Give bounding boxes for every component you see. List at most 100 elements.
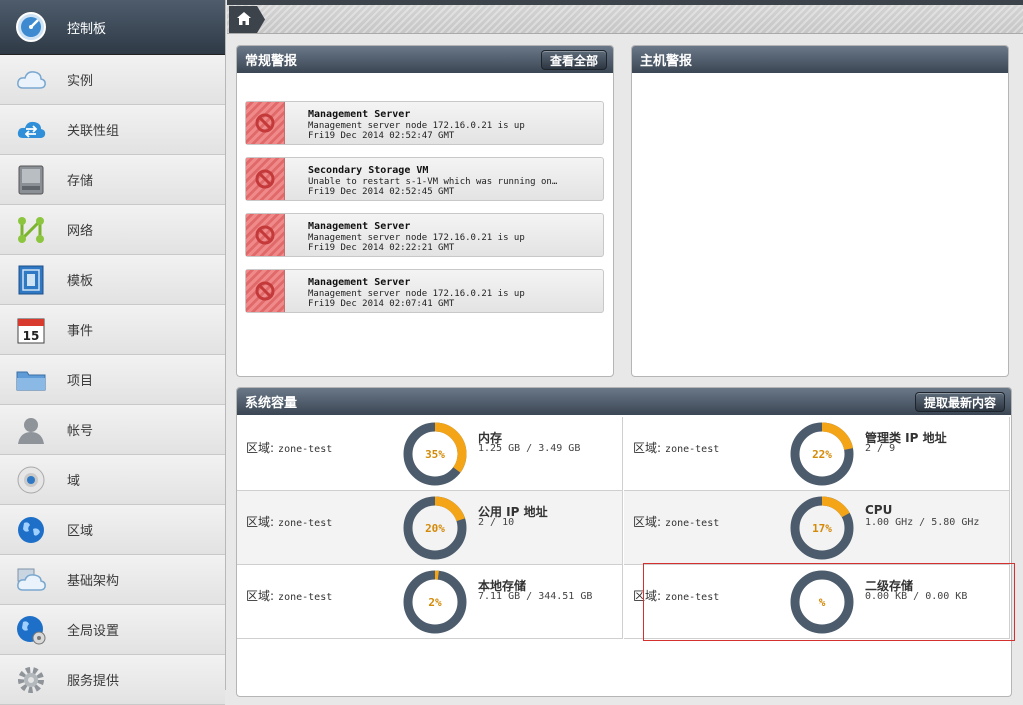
capacity-cell: 区域: zone-test 17% CPU 1.00 GHz / 5.80 GHz <box>624 491 1010 565</box>
infrastructure-icon <box>14 563 48 597</box>
sidebar-item-storage[interactable]: 存储 <box>0 155 225 205</box>
zone-label: 区域: zone-test <box>633 513 719 530</box>
storage-icon <box>14 163 48 197</box>
alert-title: Management Server <box>308 109 411 120</box>
sidebar-item-zones[interactable]: 区域 <box>0 505 225 555</box>
sidebar-item-templates[interactable]: 模板 <box>0 255 225 305</box>
calendar-icon: 15 <box>14 313 48 347</box>
zone-name: zone-test <box>665 518 720 529</box>
sidebar-item-label: 基础架构 <box>67 574 120 589</box>
alert-time: Fri19 Dec 2014 02:52:47 GMT <box>308 131 455 141</box>
donut-percent: 2% <box>428 596 442 609</box>
alert-item[interactable]: Management Server Management server node … <box>245 101 604 145</box>
zone-label: 区域: zone-test <box>633 439 719 456</box>
general-alerts-panel: 常规警报 查看全部 Management Server Management se… <box>236 45 614 377</box>
alert-item[interactable]: Secondary Storage VM Unable to restart s-… <box>245 157 604 201</box>
error-icon <box>246 158 285 200</box>
sidebar-item-label: 区域 <box>67 524 94 539</box>
host-alerts-title: 主机警报 <box>640 54 693 69</box>
error-icon <box>246 214 285 256</box>
system-capacity-title: 系统容量 <box>245 396 298 411</box>
zone-prefix: 区域: <box>246 441 275 455</box>
error-icon <box>246 270 285 312</box>
capacity-value: 7.11 GB / 344.51 GB <box>478 591 593 602</box>
alert-time: Fri19 Dec 2014 02:22:21 GMT <box>308 243 455 253</box>
zone-prefix: 区域: <box>633 441 662 455</box>
alert-message: Unable to restart s-1-VM which was runni… <box>308 177 558 187</box>
zone-name: zone-test <box>665 444 720 455</box>
alert-message: Management server node 172.16.0.21 is up <box>308 121 525 131</box>
sidebar-item-label: 模板 <box>67 274 94 289</box>
capacity-cell: 区域: zone-test 35% 内存 1.25 GB / 3.49 GB <box>237 417 623 491</box>
sidebar-item-projects[interactable]: 项目 <box>0 355 225 405</box>
alert-item[interactable]: Management Server Management server node … <box>245 213 604 257</box>
donut-percent: 17% <box>812 522 832 535</box>
sidebar-item-network[interactable]: 网络 <box>0 205 225 255</box>
sidebar-item-affinity-groups[interactable]: 关联性组 <box>0 105 225 155</box>
svg-text:15: 15 <box>23 329 40 343</box>
sidebar-item-label: 帐号 <box>67 424 94 439</box>
sidebar-item-label: 存储 <box>67 174 94 189</box>
capacity-name: CPU <box>865 503 893 517</box>
sidebar-item-infrastructure[interactable]: 基础架构 <box>0 555 225 605</box>
view-all-button[interactable]: 查看全部 <box>540 50 607 70</box>
sidebar-item-dashboard[interactable]: 控制板 <box>0 0 225 55</box>
zone-prefix: 区域: <box>246 589 275 603</box>
error-icon <box>246 102 285 144</box>
sidebar-item-service-offerings[interactable]: 服务提供 <box>0 655 225 705</box>
breadcrumb-bar <box>227 0 1023 34</box>
zone-label: 区域: zone-test <box>246 513 332 530</box>
sidebar-item-instances[interactable]: 实例 <box>0 55 225 105</box>
home-icon <box>237 10 251 29</box>
usage-donut: 2% <box>403 570 467 634</box>
alert-message: Management server node 172.16.0.21 is up <box>308 289 525 299</box>
alert-title: Management Server <box>308 221 411 232</box>
alert-item[interactable]: Management Server Management server node … <box>245 269 604 313</box>
alert-message: Management server node 172.16.0.21 is up <box>308 233 525 243</box>
dashboard-icon <box>14 10 48 44</box>
zone-prefix: 区域: <box>246 515 275 529</box>
global-settings-icon <box>14 613 48 647</box>
capacity-cell: 区域: zone-test 2% 本地存储 7.11 GB / 344.51 GB <box>237 565 623 639</box>
capacity-value: 1.00 GHz / 5.80 GHz <box>865 517 980 528</box>
alert-title: Secondary Storage VM <box>308 165 429 176</box>
zone-name: zone-test <box>278 592 333 603</box>
sidebar-item-label: 控制板 <box>67 21 107 37</box>
domain-icon <box>14 463 48 497</box>
usage-donut: 35% <box>403 422 467 486</box>
system-capacity-panel: 系统容量 提取最新内容 区域: zone-test 35% 内存 1.25 GB / 3… <box>236 387 1012 697</box>
donut-percent: 35% <box>425 448 445 461</box>
capacity-value: 1.25 GB / 3.49 GB <box>478 443 581 454</box>
sidebar-item-global-settings[interactable]: 全局设置 <box>0 605 225 655</box>
cloud-icon <box>14 63 48 97</box>
sidebar-item-events[interactable]: 15 事件 <box>0 305 225 355</box>
fetch-latest-button[interactable]: 提取最新内容 <box>914 392 1005 412</box>
user-icon <box>14 413 48 447</box>
zone-label: 区域: zone-test <box>246 587 332 604</box>
alert-time: Fri19 Dec 2014 02:07:41 GMT <box>308 299 455 309</box>
globe-icon <box>14 513 48 547</box>
folder-icon <box>14 363 48 397</box>
donut-percent: 20% <box>425 522 445 535</box>
sidebar: 控制板 实例 关联性组 存储 网络 模板 15 事件 项目 帐号 域 区域 基础… <box>0 0 226 705</box>
sidebar-item-label: 服务提供 <box>67 674 120 689</box>
sidebar-item-label: 实例 <box>67 74 94 89</box>
capacity-cell: 区域: zone-test 22% 管理类 IP 地址 2 / 9 <box>624 417 1010 491</box>
sidebar-item-domains[interactable]: 域 <box>0 455 225 505</box>
alert-time: Fri19 Dec 2014 02:52:45 GMT <box>308 187 455 197</box>
zone-name: zone-test <box>278 444 333 455</box>
sidebar-item-accounts[interactable]: 帐号 <box>0 405 225 455</box>
usage-donut: 17% <box>790 496 854 560</box>
capacity-value: 2 / 10 <box>478 517 515 528</box>
sidebar-item-label: 全局设置 <box>67 624 120 639</box>
alert-title: Management Server <box>308 277 411 288</box>
sidebar-item-label: 网络 <box>67 224 94 239</box>
network-icon <box>14 213 48 247</box>
host-alerts-panel: 主机警报 <box>631 45 1009 377</box>
capacity-value: 2 / 9 <box>865 443 896 454</box>
sidebar-item-label: 域 <box>67 474 81 489</box>
usage-donut: 22% <box>790 422 854 486</box>
highlight-box <box>643 563 1015 641</box>
sidebar-item-label: 项目 <box>67 374 94 389</box>
sidebar-item-label: 事件 <box>67 324 94 339</box>
